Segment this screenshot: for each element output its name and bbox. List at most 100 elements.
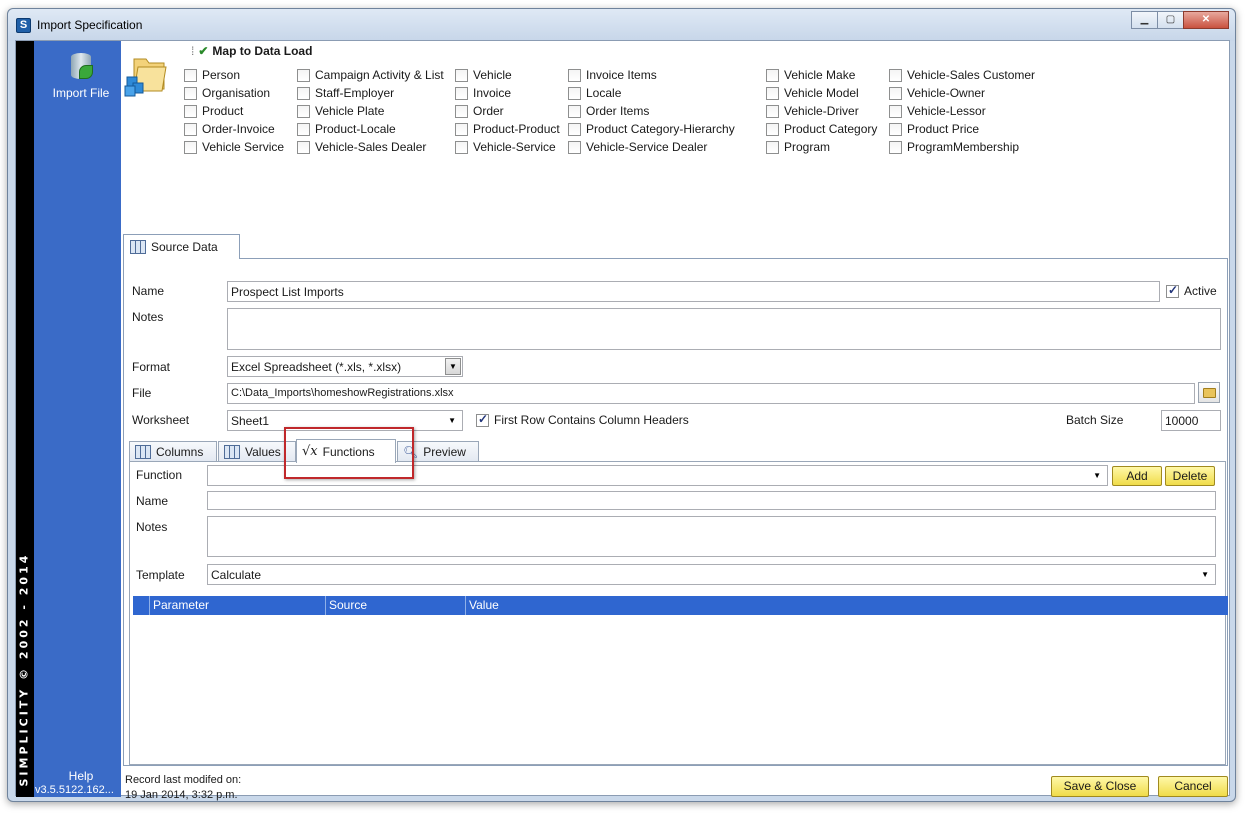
checkbox-box[interactable]	[889, 140, 902, 154]
checkbox-box[interactable]	[766, 104, 779, 118]
checkbox-box[interactable]	[455, 140, 468, 154]
checkbox-box[interactable]	[455, 86, 468, 100]
entity-checkbox[interactable]: Vehicle-Sales Customer	[889, 66, 1035, 84]
dropdown-arrow-icon[interactable]: ▼	[1201, 570, 1209, 579]
checkbox-box[interactable]	[297, 122, 310, 136]
entity-checkbox[interactable]: Product Price	[889, 120, 1035, 138]
entity-checkbox[interactable]: Staff-Employer	[297, 84, 444, 102]
tab-preview[interactable]: 🔍︎ Preview	[397, 441, 479, 462]
first-row-headers-checkbox[interactable]: First Row Contains Column Headers	[476, 412, 689, 427]
import-file-button[interactable]: Import File	[42, 49, 120, 100]
entity-checkbox[interactable]: Vehicle-Service Dealer	[568, 138, 735, 156]
delete-button[interactable]: Delete	[1165, 466, 1215, 486]
checkbox-box[interactable]	[568, 86, 581, 100]
window-title: Import Specification	[37, 18, 143, 32]
column-header-parameter[interactable]: Parameter	[150, 596, 326, 615]
entity-checkbox[interactable]: Organisation	[184, 84, 284, 102]
checkbox-box[interactable]	[455, 104, 468, 118]
entity-checkbox[interactable]: Vehicle-Driver	[766, 102, 877, 120]
entity-checkbox[interactable]: Invoice Items	[568, 66, 735, 84]
checkbox-box[interactable]	[297, 140, 310, 154]
batch-size-field[interactable]: 10000	[1161, 410, 1221, 431]
entity-checkbox[interactable]: Vehicle-Sales Dealer	[297, 138, 444, 156]
title-bar[interactable]: S Import Specification ▁ ▢ ✕	[8, 9, 1235, 41]
column-header-source[interactable]: Source	[326, 596, 466, 615]
checkbox-box[interactable]	[889, 86, 902, 100]
close-button[interactable]: ✕	[1183, 11, 1229, 29]
active-checkbox-box[interactable]	[1166, 283, 1179, 298]
entity-checkbox[interactable]: Product-Product	[455, 120, 560, 138]
tab-values[interactable]: Values	[218, 441, 296, 462]
checkbox-box[interactable]	[766, 68, 779, 82]
worksheet-select[interactable]: Sheet1 ▼	[227, 410, 463, 431]
checkbox-box[interactable]	[297, 86, 310, 100]
cancel-button[interactable]: Cancel	[1158, 776, 1228, 797]
checkbox-box[interactable]	[568, 122, 581, 136]
function-select[interactable]: ▼	[207, 465, 1108, 486]
entity-checkbox[interactable]: Person	[184, 66, 284, 84]
entity-checkbox[interactable]: Program	[766, 138, 877, 156]
function-notes-field[interactable]	[207, 516, 1216, 557]
square-root-x-icon: √x	[302, 444, 318, 459]
save-close-button[interactable]: Save & Close	[1051, 776, 1149, 797]
entity-checkbox[interactable]: Vehicle-Lessor	[889, 102, 1035, 120]
entity-checkbox[interactable]: Order	[455, 102, 560, 120]
entity-checkbox[interactable]: Order Items	[568, 102, 735, 120]
notes-field[interactable]	[227, 308, 1221, 350]
entity-checkbox[interactable]: Vehicle Make	[766, 66, 877, 84]
checkbox-box[interactable]	[297, 68, 310, 82]
entity-checkbox[interactable]: Vehicle Model	[766, 84, 877, 102]
entity-checkbox[interactable]: Vehicle-Owner	[889, 84, 1035, 102]
minimize-button[interactable]: ▁	[1131, 11, 1158, 29]
dropdown-arrow-icon[interactable]: ▼	[445, 358, 461, 375]
entity-checkbox[interactable]: Vehicle	[455, 66, 560, 84]
function-name-field[interactable]	[207, 491, 1216, 510]
checkbox-box[interactable]	[568, 140, 581, 154]
entity-checkbox[interactable]: Product	[184, 102, 284, 120]
entity-checkbox[interactable]: Product-Locale	[297, 120, 444, 138]
format-select[interactable]: Excel Spreadsheet (*.xls, *.xlsx) ▼	[227, 356, 463, 377]
checkbox-box[interactable]	[184, 68, 197, 82]
entity-checkbox[interactable]: Vehicle-Service	[455, 138, 560, 156]
tab-columns[interactable]: Columns	[129, 441, 217, 462]
column-header-value[interactable]: Value	[466, 596, 1228, 615]
checkbox-box[interactable]	[184, 122, 197, 136]
dropdown-arrow-icon[interactable]: ▼	[448, 416, 456, 425]
tab-functions[interactable]: √x Functions	[296, 439, 396, 463]
checkbox-box[interactable]	[568, 68, 581, 82]
template-select[interactable]: Calculate ▼	[207, 564, 1216, 585]
checkbox-box[interactable]	[455, 68, 468, 82]
entity-checkbox[interactable]: Vehicle Plate	[297, 102, 444, 120]
add-button[interactable]: Add	[1112, 466, 1162, 486]
file-path-field[interactable]: C:\Data_Imports\homeshowRegistrations.xl…	[227, 383, 1195, 404]
checkbox-box[interactable]	[889, 122, 902, 136]
first-row-checkbox-box[interactable]	[476, 412, 489, 427]
active-checkbox[interactable]: Active	[1166, 283, 1217, 298]
entity-checkbox[interactable]: Invoice	[455, 84, 560, 102]
maximize-button[interactable]: ▢	[1157, 11, 1184, 29]
entity-checkbox[interactable]: Campaign Activity & List	[297, 66, 444, 84]
tab-source-data[interactable]: Source Data	[123, 234, 240, 259]
help-link[interactable]: Help	[46, 769, 116, 783]
checkbox-box[interactable]	[568, 104, 581, 118]
entity-checkbox[interactable]: Vehicle Service	[184, 138, 284, 156]
name-field[interactable]: Prospect List Imports	[227, 281, 1160, 302]
entity-checkbox[interactable]: Product Category	[766, 120, 877, 138]
checkbox-box[interactable]	[889, 68, 902, 82]
checkbox-box[interactable]	[766, 86, 779, 100]
entity-checkbox[interactable]: ProgramMembership	[889, 138, 1035, 156]
entity-checkbox[interactable]: Order-Invoice	[184, 120, 284, 138]
entity-label: Staff-Employer	[315, 86, 395, 100]
entity-checkbox[interactable]: Locale	[568, 84, 735, 102]
checkbox-box[interactable]	[766, 122, 779, 136]
entity-checkbox[interactable]: Product Category-Hierarchy	[568, 120, 735, 138]
checkbox-box[interactable]	[297, 104, 310, 118]
checkbox-box[interactable]	[455, 122, 468, 136]
browse-file-button[interactable]	[1198, 382, 1220, 403]
checkbox-box[interactable]	[889, 104, 902, 118]
checkbox-box[interactable]	[184, 86, 197, 100]
checkbox-box[interactable]	[766, 140, 779, 154]
checkbox-box[interactable]	[184, 140, 197, 154]
dropdown-arrow-icon[interactable]: ▼	[1093, 471, 1101, 480]
checkbox-box[interactable]	[184, 104, 197, 118]
